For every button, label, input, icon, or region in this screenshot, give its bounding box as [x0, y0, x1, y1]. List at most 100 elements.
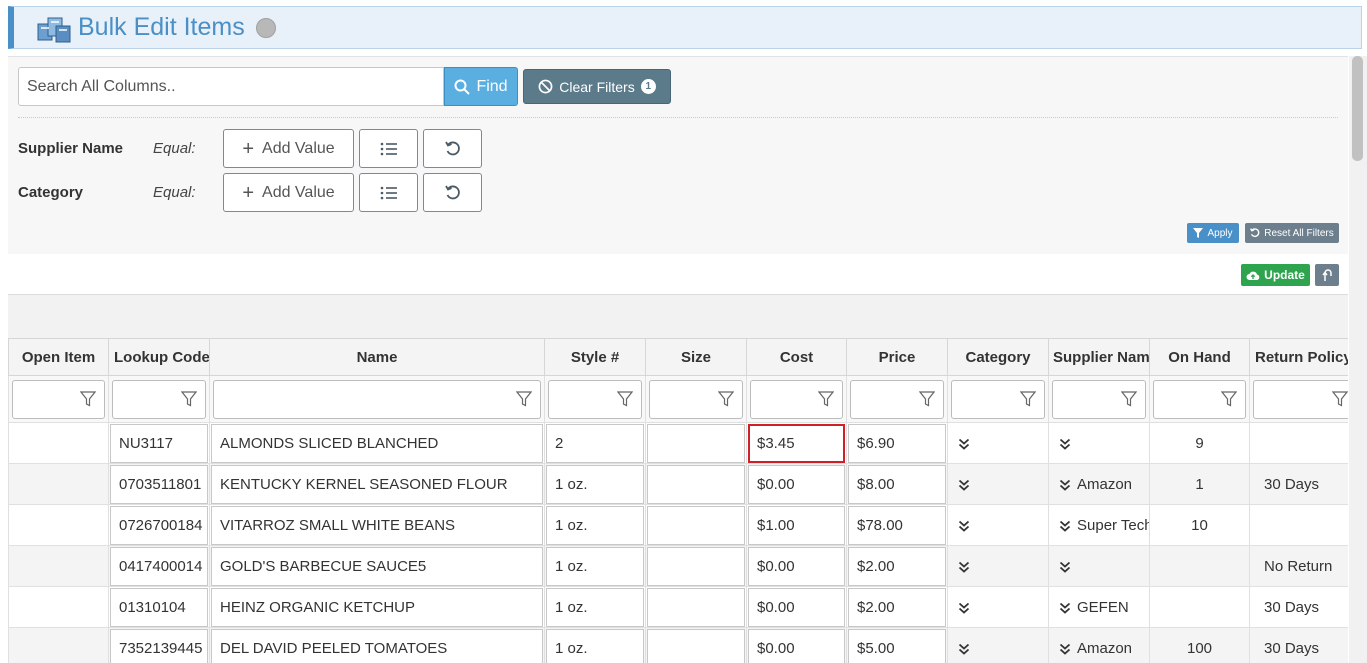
chevron-double-down-icon[interactable] — [1059, 643, 1071, 655]
column-header[interactable]: Category — [947, 338, 1049, 376]
return-policy-cell[interactable] — [1249, 422, 1348, 464]
column-header[interactable]: Return Policy — [1249, 338, 1348, 376]
chevron-double-down-icon[interactable] — [1059, 520, 1071, 532]
column-header[interactable]: Cost — [746, 338, 847, 376]
column-header[interactable]: Style # — [544, 338, 646, 376]
cost-cell[interactable]: $0.00 — [748, 464, 845, 504]
size-cell[interactable] — [647, 505, 745, 545]
column-filter-input[interactable] — [1253, 379, 1348, 419]
category-cell[interactable] — [947, 586, 1049, 628]
column-header[interactable]: Name — [209, 338, 545, 376]
price-cell[interactable]: $78.00 — [848, 505, 946, 545]
style-cell[interactable]: 1 oz. — [546, 628, 644, 663]
return-policy-cell[interactable]: 30 Days — [1249, 463, 1348, 505]
price-cell[interactable]: $5.00 — [848, 628, 946, 663]
style-cell[interactable]: 1 oz. — [546, 464, 644, 504]
reset-filter-button[interactable] — [423, 173, 482, 212]
cost-cell[interactable]: $1.00 — [748, 505, 845, 545]
lookup-code-cell[interactable]: 0703511801 — [110, 464, 208, 504]
column-filter-input[interactable] — [951, 379, 1045, 419]
return-policy-cell[interactable]: 30 Days — [1249, 627, 1348, 663]
column-filter-input[interactable] — [1153, 379, 1246, 419]
style-cell[interactable]: 2 — [546, 423, 644, 463]
open-item-cell[interactable] — [8, 586, 109, 628]
category-cell[interactable] — [947, 504, 1049, 546]
open-item-cell[interactable] — [8, 504, 109, 546]
lookup-code-cell[interactable]: NU3117 — [110, 423, 208, 463]
price-cell[interactable]: $2.00 — [848, 587, 946, 627]
column-header[interactable]: Lookup Code — [108, 338, 210, 376]
category-cell[interactable] — [947, 422, 1049, 464]
reset-all-filters-button[interactable]: Reset All Filters — [1245, 223, 1339, 243]
value-list-button[interactable] — [359, 173, 418, 212]
category-cell[interactable] — [947, 545, 1049, 587]
lookup-code-cell[interactable]: 0417400014 — [110, 546, 208, 586]
apply-button[interactable]: Apply — [1187, 223, 1239, 243]
return-policy-cell[interactable]: 30 Days — [1249, 586, 1348, 628]
scrollbar-thumb[interactable] — [1352, 56, 1363, 161]
find-button[interactable]: Find — [444, 67, 518, 106]
name-cell[interactable]: VITARROZ SMALL WHITE BEANS — [211, 505, 543, 545]
column-filter-input[interactable] — [12, 379, 105, 419]
column-header[interactable]: Price — [846, 338, 948, 376]
style-cell[interactable]: 1 oz. — [546, 546, 644, 586]
lookup-code-cell[interactable]: 0726700184 — [110, 505, 208, 545]
name-cell[interactable]: ALMONDS SLICED BLANCHED — [211, 423, 543, 463]
price-cell[interactable]: $2.00 — [848, 546, 946, 586]
chevron-double-down-icon[interactable] — [958, 479, 970, 491]
supplier-cell[interactable]: Amazon — [1048, 627, 1150, 663]
size-cell[interactable] — [647, 423, 745, 463]
scrollbar[interactable] — [1349, 56, 1367, 663]
chevron-double-down-icon[interactable] — [958, 602, 970, 614]
column-filter-input[interactable] — [548, 379, 642, 419]
clear-filters-button[interactable]: Clear Filters 1 — [523, 69, 671, 104]
column-filter-input[interactable] — [649, 379, 743, 419]
category-cell[interactable] — [947, 627, 1049, 663]
price-cell[interactable]: $6.90 — [848, 423, 946, 463]
size-cell[interactable] — [647, 628, 745, 663]
category-cell[interactable] — [947, 463, 1049, 505]
undo-changes-button[interactable] — [1315, 264, 1339, 286]
size-cell[interactable] — [647, 464, 745, 504]
column-filter-input[interactable] — [112, 379, 206, 419]
column-header[interactable]: Size — [645, 338, 747, 376]
cost-cell[interactable]: $0.00 — [748, 546, 845, 586]
column-filter-input[interactable] — [750, 379, 843, 419]
cost-cell[interactable]: $0.00 — [748, 587, 845, 627]
size-cell[interactable] — [647, 546, 745, 586]
supplier-cell[interactable]: Amazon — [1048, 463, 1150, 505]
cost-cell[interactable]: $3.45 — [748, 423, 845, 463]
return-policy-cell[interactable]: No Return — [1249, 545, 1348, 587]
style-cell[interactable]: 1 oz. — [546, 505, 644, 545]
chevron-double-down-icon[interactable] — [958, 561, 970, 573]
chevron-double-down-icon[interactable] — [958, 520, 970, 532]
column-header[interactable]: On Hand — [1149, 338, 1250, 376]
supplier-cell[interactable] — [1048, 422, 1150, 464]
chevron-double-down-icon[interactable] — [1059, 602, 1071, 614]
price-cell[interactable]: $8.00 — [848, 464, 946, 504]
add-value-button[interactable]: + Add Value — [223, 129, 354, 168]
chevron-double-down-icon[interactable] — [1059, 561, 1071, 573]
name-cell[interactable]: HEINZ ORGANIC KETCHUP — [211, 587, 543, 627]
name-cell[interactable]: GOLD'S BARBECUE SAUCE5 — [211, 546, 543, 586]
column-filter-input[interactable] — [850, 379, 944, 419]
lookup-code-cell[interactable]: 01310104 — [110, 587, 208, 627]
cost-cell[interactable]: $0.00 — [748, 628, 845, 663]
update-button[interactable]: Update — [1241, 264, 1310, 286]
open-item-cell[interactable] — [8, 463, 109, 505]
supplier-cell[interactable]: Super Tech — [1048, 504, 1150, 546]
supplier-cell[interactable]: GEFEN — [1048, 586, 1150, 628]
open-item-cell[interactable] — [8, 422, 109, 464]
chevron-double-down-icon[interactable] — [1059, 479, 1071, 491]
size-cell[interactable] — [647, 587, 745, 627]
column-filter-input[interactable] — [1052, 379, 1146, 419]
column-filter-input[interactable] — [213, 379, 541, 419]
user-icon[interactable] — [256, 18, 276, 38]
lookup-code-cell[interactable]: 7352139445 — [110, 628, 208, 663]
return-policy-cell[interactable] — [1249, 504, 1348, 546]
column-header[interactable]: Supplier Name — [1048, 338, 1150, 376]
value-list-button[interactable] — [359, 129, 418, 168]
style-cell[interactable]: 1 oz. — [546, 587, 644, 627]
open-item-cell[interactable] — [8, 627, 109, 663]
chevron-double-down-icon[interactable] — [1059, 438, 1071, 450]
